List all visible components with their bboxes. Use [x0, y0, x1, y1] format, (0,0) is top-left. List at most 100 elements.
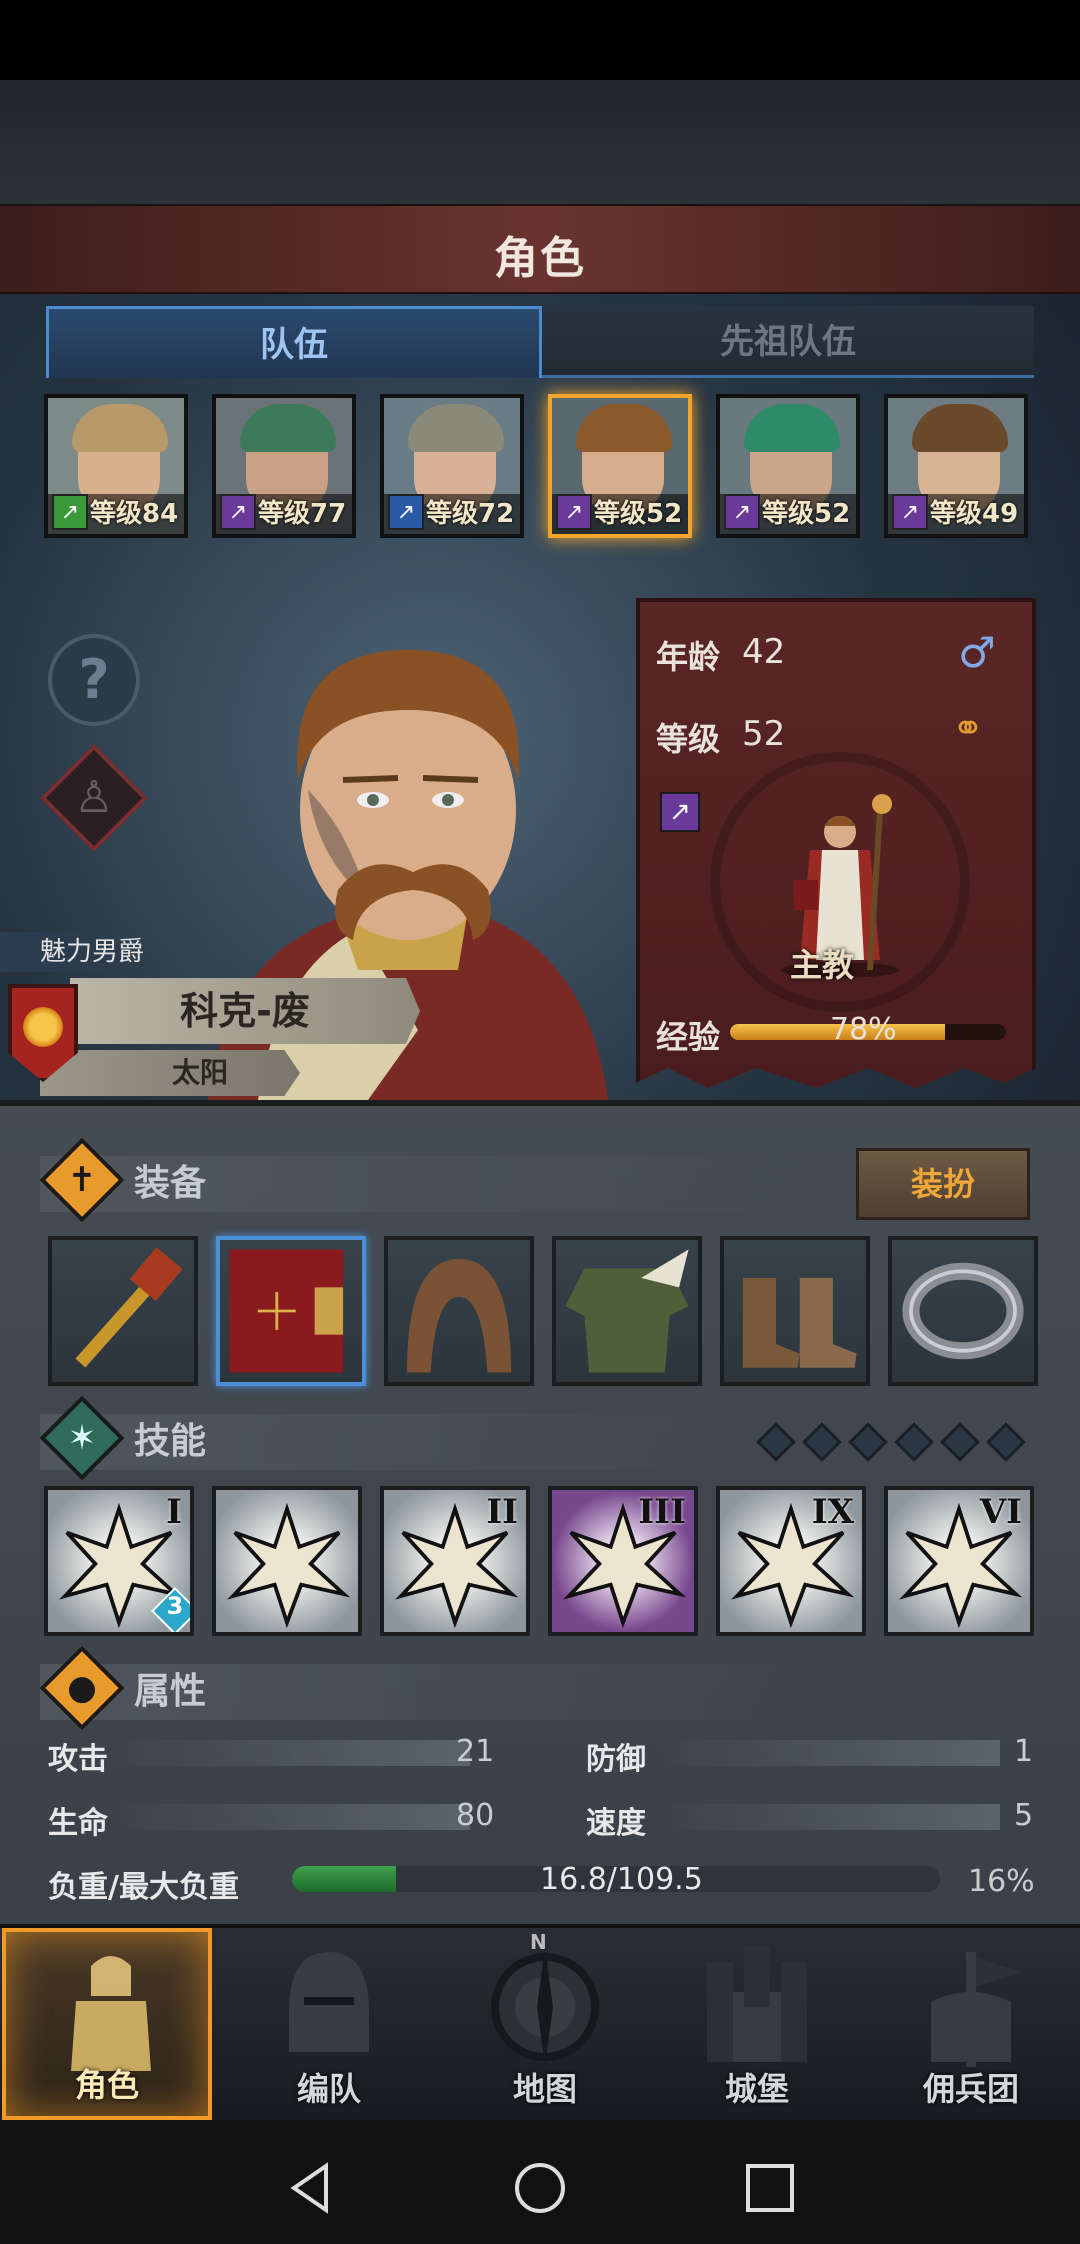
portrait-level: 等级72 — [426, 499, 515, 529]
star-icon: ✶ — [67, 1418, 97, 1458]
skill-slot-2[interactable] — [212, 1486, 362, 1636]
party-member-4[interactable]: ↗ 等级52 — [548, 394, 692, 538]
defense-bar — [660, 1740, 1000, 1766]
equipment-slot-3[interactable] — [384, 1236, 534, 1386]
tab-team[interactable]: 队伍 — [46, 306, 542, 378]
nav-label: 地图 — [512, 2070, 577, 2108]
portrait-hair — [72, 404, 168, 452]
equipment-slot-5[interactable] — [720, 1236, 870, 1386]
skill-rank: VI — [979, 1492, 1022, 1532]
dress-up-button[interactable]: 装扮 — [856, 1148, 1030, 1220]
staff-icon: ↗ — [220, 494, 256, 530]
portrait-level: 等级77 — [258, 499, 347, 529]
nav-item-2[interactable]: 编队 — [224, 1928, 434, 2120]
heal-skill-icon — [227, 1502, 351, 1629]
home-icon[interactable] — [512, 2160, 568, 2216]
hood-icon — [406, 1258, 512, 1373]
book-icon — [229, 1249, 344, 1373]
load-label: 负重/最大负重 — [48, 1870, 239, 1905]
hero-title: 魅力男爵 — [0, 932, 150, 972]
nav-label: 城堡 — [724, 2070, 789, 2108]
age-value: 42 — [742, 632, 786, 672]
castle-icon — [707, 1947, 807, 2062]
skill-rank: III — [638, 1492, 686, 1532]
skill-rank: I — [166, 1492, 182, 1532]
portrait-hair — [744, 404, 840, 452]
attack-bar — [110, 1740, 470, 1766]
tunic-icon — [565, 1249, 689, 1373]
skill-slot-1[interactable]: I3 — [44, 1486, 194, 1636]
class-name: 主教 — [790, 946, 855, 984]
staff-icon: ↗ — [556, 494, 592, 530]
portrait-level: 等级49 — [930, 499, 1019, 529]
speed-label: 速度 — [586, 1806, 646, 1841]
sun-icon — [20, 1004, 66, 1050]
exp-percent: 78% — [830, 1012, 897, 1047]
equipment-slot-1[interactable] — [48, 1236, 198, 1386]
portrait-level: 等级84 — [90, 499, 179, 529]
marriage-ring-icon[interactable]: ⚭ — [952, 706, 984, 750]
age-label: 年龄 — [656, 638, 721, 676]
male-icon: ♂ — [958, 628, 996, 677]
nav-item-4[interactable]: 城堡 — [652, 1928, 862, 2120]
nav-item-3[interactable]: 地图 — [440, 1928, 650, 2120]
nav-item-5[interactable]: 佣兵团 — [866, 1928, 1076, 2120]
equipment-slot-6[interactable] — [888, 1236, 1038, 1386]
equipment-slot-2[interactable] — [216, 1236, 366, 1386]
staff-class-icon: ↗ — [660, 792, 700, 832]
attributes-header: 属性 — [40, 1664, 800, 1720]
helmet-icon — [289, 1952, 369, 2052]
recents-icon[interactable] — [742, 2160, 798, 2216]
party-member-5[interactable]: ↗ 等级52 — [716, 394, 860, 538]
staff-icon: ↗ — [724, 494, 760, 530]
skill-slot-6[interactable]: VI — [884, 1486, 1034, 1636]
nav-label: 编队 — [296, 2070, 361, 2108]
help-icon[interactable]: ? — [48, 634, 140, 726]
skill-slot-5[interactable]: IX — [716, 1486, 866, 1636]
portrait-level: 等级52 — [762, 499, 851, 529]
skill-badge: 3 — [166, 1592, 184, 1620]
back-icon[interactable] — [282, 2160, 338, 2216]
staff-icon: ↗ — [892, 494, 928, 530]
defense-value: 1 — [1014, 1734, 1034, 1769]
page-title: 角色 — [494, 233, 586, 284]
person-silhouette-icon: ● — [67, 1668, 97, 1708]
person-icon: ♙ — [74, 772, 114, 823]
mace-icon — [75, 1247, 183, 1368]
skill-slot-4[interactable]: III — [548, 1486, 698, 1636]
portrait-level: 等级52 — [594, 499, 683, 529]
party-member-1[interactable]: ↗ 等级84 — [44, 394, 188, 538]
skill-rank: II — [486, 1492, 518, 1532]
hp-value: 80 — [456, 1798, 495, 1833]
top-band — [0, 80, 1080, 204]
flag-icon — [931, 1952, 1021, 2067]
speed-value: 5 — [1014, 1798, 1034, 1833]
level-label: 等级 — [656, 720, 721, 758]
status-bar — [0, 0, 1080, 80]
load-bar-fill — [292, 1866, 396, 1892]
nav-item-1[interactable]: 角色 — [2, 1928, 212, 2120]
speed-bar — [660, 1804, 1000, 1830]
skill-slot-3[interactable]: II — [380, 1486, 530, 1636]
nav-label: 角色 — [74, 2066, 139, 2104]
party-member-3[interactable]: ↗ 等级72 — [380, 394, 524, 538]
portrait-hair — [576, 404, 672, 452]
tab-ancestor-team[interactable]: 先祖队伍 — [542, 306, 1034, 378]
portrait-hair — [240, 404, 336, 452]
nav-label: 佣兵团 — [922, 2070, 1019, 2108]
portrait-hair — [912, 404, 1008, 452]
party-member-6[interactable]: ↗ 等级49 — [884, 394, 1028, 538]
equipment-slot-4[interactable] — [552, 1236, 702, 1386]
hero-name[interactable]: 科克-废 — [70, 978, 420, 1044]
attack-value: 21 — [456, 1734, 495, 1769]
skill-rank: IX — [811, 1492, 854, 1532]
compass-icon — [491, 1947, 599, 2067]
knight-icon — [71, 1956, 151, 2071]
title-banner: 角色 — [0, 204, 1080, 294]
attack-label: 攻击 — [48, 1742, 108, 1777]
equipment-header: 装备 — [40, 1156, 800, 1212]
hp-bar — [110, 1804, 470, 1830]
party-member-2[interactable]: ↗ 等级77 — [212, 394, 356, 538]
portrait-hair — [408, 404, 504, 452]
hero-house: 太阳 — [40, 1050, 300, 1096]
